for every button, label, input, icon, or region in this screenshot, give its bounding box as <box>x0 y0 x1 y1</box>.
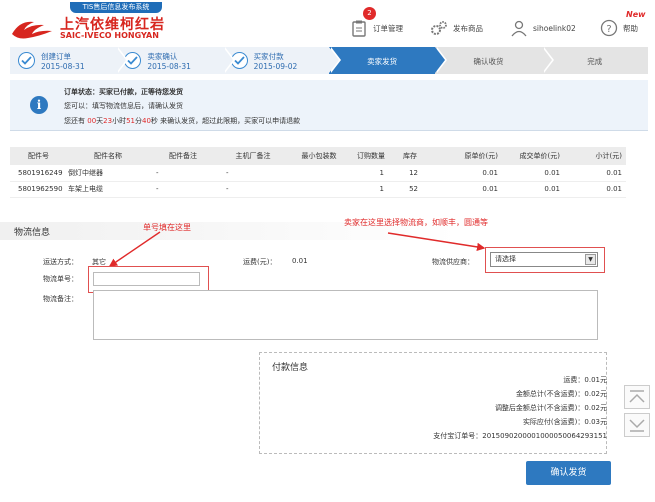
logistics-remarks-textarea[interactable] <box>93 290 598 340</box>
order-count-badge: 2 <box>363 7 376 20</box>
info-icon: i <box>30 96 48 114</box>
order-progress-steps: 创建订单 2015-08-31 卖家确认 2015-08-31 买家付款 201… <box>10 47 648 74</box>
nav-publish-label: 发布商品 <box>453 23 483 33</box>
logistics-header-bar <box>0 222 655 240</box>
step-title: 卖家确认 <box>147 52 178 61</box>
confirm-ship-button[interactable]: 确认发货 <box>526 461 611 485</box>
payment-adjusted-row: 调整后金额总计(不含运费)：0.02元 <box>494 404 607 412</box>
tracking-number-input[interactable] <box>93 272 200 286</box>
scroll-top-button[interactable] <box>624 385 650 409</box>
logistics-supplier-select[interactable]: 请选择 ▼ <box>490 252 598 267</box>
col-min-pack: 最小包装数 <box>288 147 350 165</box>
nav-help-label: 帮助 <box>623 23 638 33</box>
check-icon <box>18 52 35 69</box>
col-part-remark: 配件备注 <box>148 147 218 165</box>
system-title-badge: TIS售后信息发布系统 <box>70 2 162 13</box>
step-seller-ship: 卖家发货 <box>328 47 448 74</box>
gears-icon <box>431 21 447 35</box>
countdown-text: 您还有 00天23小时51分40秒 来确认发货，超过此限期，买家可以申请退款 <box>64 117 301 125</box>
shipping-method-label: 运送方式： <box>43 258 78 266</box>
user-icon <box>511 20 527 37</box>
payment-total-row: 金额总计(不含运费)：0.02元 <box>515 390 607 398</box>
countdown-minutes: 51 <box>126 117 135 125</box>
col-deal-price: 成交单价(元) <box>498 147 560 165</box>
step-confirm-receipt: 确认收货 <box>435 47 554 74</box>
step-buyer-pay: 买家付款 2015-09-02 <box>222 47 341 74</box>
status-instruction: 您可以：填写物流信息后，请确认发货 <box>64 102 183 110</box>
step-complete: 完成 <box>541 47 648 74</box>
countdown-seconds: 40 <box>142 117 151 125</box>
table-row: 5801916249 倒灯中继器 - - 1 12 0.01 0.01 0.01 <box>10 165 626 182</box>
payment-freight-row: 运费：0.01元 <box>563 376 607 384</box>
payment-title: 付款信息 <box>272 363 309 373</box>
brand-name-en: SAIC-IVECO HONGYAN <box>60 31 159 40</box>
col-subtotal: 小计(元) <box>560 147 626 165</box>
step-title: 创建订单 <box>41 52 71 61</box>
col-part-no: 配件号 <box>10 147 68 165</box>
step-title: 完成 <box>587 57 603 66</box>
supplier-selected-value: 请选择 <box>495 255 516 263</box>
col-stock: 库存 <box>392 147 428 165</box>
new-tag: New <box>626 10 646 19</box>
nav-order-label: 订单管理 <box>373 23 403 33</box>
scroll-bottom-button[interactable] <box>624 413 650 437</box>
hongyan-logo-icon <box>12 21 52 39</box>
chevron-down-icon: ▼ <box>585 254 596 265</box>
countdown-days: 00 <box>87 117 97 125</box>
nav-user-account[interactable]: sihoelink02 <box>510 18 576 38</box>
nav-help[interactable]: ? 帮助 <box>600 18 638 38</box>
step-date: 2015-08-31 <box>41 62 85 71</box>
step-title: 买家付款 <box>253 52 284 61</box>
col-order-qty: 订购数量 <box>350 147 392 165</box>
freight-label: 运费(元)： <box>243 258 277 266</box>
col-orig-price: 原单价(元) <box>428 147 498 165</box>
annotation-tracking: 单号填在这里 <box>143 223 191 232</box>
svg-text:?: ? <box>606 24 611 35</box>
logistics-remarks-label: 物流备注： <box>43 295 78 303</box>
countdown-hours: 23 <box>103 117 113 125</box>
step-title: 卖家发货 <box>367 57 398 66</box>
step-seller-confirm: 卖家确认 2015-08-31 <box>116 47 235 74</box>
annotation-supplier: 卖家在这里选择物流商，如顺丰，圆通等 <box>344 218 488 227</box>
logistics-title: 物流信息 <box>14 228 51 238</box>
help-icon: ? <box>600 19 618 37</box>
payment-alipay-row: 支付宝订单号：2015090200001000050064293151 <box>433 432 607 440</box>
col-oem-remark: 主机厂备注 <box>218 147 288 165</box>
parts-table: 配件号 配件名称 配件备注 主机厂备注 最小包装数 订购数量 库存 原单价(元)… <box>10 147 626 198</box>
table-header-row: 配件号 配件名称 配件备注 主机厂备注 最小包装数 订购数量 库存 原单价(元)… <box>10 147 626 165</box>
nav-username: sihoelink02 <box>533 23 576 33</box>
chevron-up-icon <box>629 390 645 403</box>
nav-publish-goods[interactable]: 发布商品 <box>430 18 483 38</box>
payment-actual-row: 实际应付(含运费)：0.03元 <box>522 418 607 426</box>
chevron-down-icon <box>629 419 645 432</box>
freight-value: 0.01 <box>292 257 308 265</box>
order-status-text: 订单状态：买家已付款，正等待您发货 <box>64 88 183 96</box>
step-create-order: 创建订单 2015-08-31 <box>10 47 129 74</box>
step-date: 2015-08-31 <box>147 62 191 71</box>
tracking-number-label: 物流单号： <box>43 275 78 283</box>
supplier-label: 物流供应商： <box>432 258 474 266</box>
clipboard-icon <box>352 20 366 37</box>
col-part-name: 配件名称 <box>68 147 148 165</box>
step-title: 确认收货 <box>473 57 504 66</box>
nav-order-management[interactable]: 订单管理 <box>350 18 403 38</box>
step-date: 2015-09-02 <box>253 62 298 71</box>
table-row: 5801962590 车架上电缆 - - 1 52 0.01 0.01 0.01 <box>10 181 626 198</box>
